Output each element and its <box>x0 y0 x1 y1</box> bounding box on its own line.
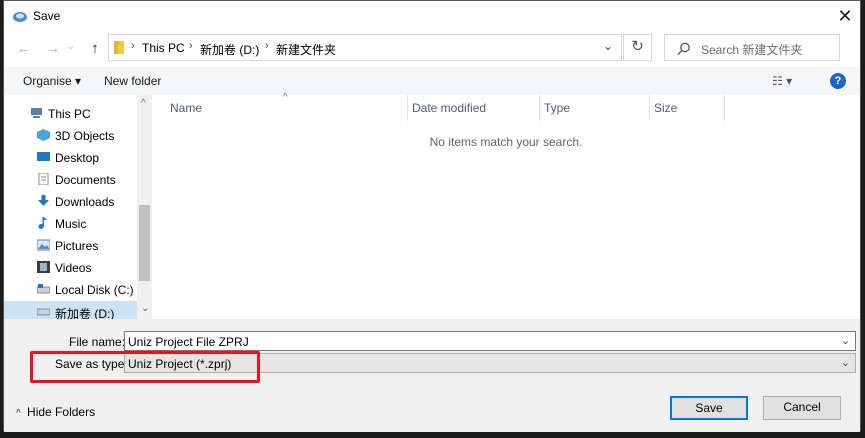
forward-button[interactable]: → <box>42 38 64 60</box>
window-title: Save <box>33 9 61 23</box>
scroll-down-button[interactable]: ⌄ <box>141 303 149 314</box>
breadcrumb-separator: › <box>131 40 135 52</box>
sidebar-item-label: Music <box>55 217 87 231</box>
refresh-icon: ↻ <box>631 38 644 55</box>
chevron-down-icon[interactable]: ⌄ <box>841 334 850 347</box>
search-input[interactable]: Search 新建文件夹 <box>701 41 802 58</box>
sidebar-item-drive-d[interactable]: 新加卷 (D:) <box>4 301 137 319</box>
sidebar-item-desktop[interactable]: Desktop <box>4 147 137 169</box>
sidebar-item-label: Videos <box>55 261 92 275</box>
folder-icon <box>114 41 124 54</box>
sidebar-item-pictures[interactable]: Pictures <box>4 235 137 257</box>
new-folder-button[interactable]: New folder <box>104 74 161 88</box>
column-header-size[interactable]: Size <box>654 101 677 115</box>
breadcrumb-this-pc[interactable]: This PC <box>142 41 185 55</box>
scrollbar-thumb[interactable] <box>139 205 150 281</box>
breadcrumb-current-folder[interactable]: 新建文件夹 <box>276 41 336 58</box>
address-bar[interactable]: › This PC › 新加卷 (D:) › 新建文件夹 ⌄ <box>108 34 622 61</box>
hide-folders-label: Hide Folders <box>27 405 96 419</box>
drive-icon <box>37 284 50 294</box>
file-list: ^ Name Date modified Type Size No items … <box>152 92 860 319</box>
music-icon <box>38 217 47 229</box>
sidebar-item-label: 3D Objects <box>55 129 115 143</box>
search-box[interactable]: Search 新建文件夹 <box>664 34 840 61</box>
column-header-date-modified[interactable]: Date modified <box>412 101 486 115</box>
sidebar-item-3d-objects[interactable]: 3D Objects <box>4 125 137 147</box>
column-divider[interactable] <box>539 95 540 121</box>
address-dropdown-button[interactable]: ⌄ <box>603 39 613 53</box>
sidebar-item-downloads[interactable]: Downloads <box>4 191 137 213</box>
file-name-input[interactable]: Uniz Project File ZPRJ <box>128 335 249 349</box>
sidebar-item-label: Local Disk (C:) <box>55 283 134 297</box>
up-button[interactable]: ↑ <box>84 38 106 60</box>
column-divider[interactable] <box>407 95 408 121</box>
pictures-icon <box>37 239 50 251</box>
hide-folders-toggle[interactable]: ^ Hide Folders <box>16 405 95 419</box>
sidebar-item-music[interactable]: Music <box>4 213 137 235</box>
scroll-up-button[interactable]: ^ <box>141 98 146 109</box>
computer-icon <box>31 108 42 118</box>
sidebar-item-this-pc[interactable]: This PC <box>4 103 137 125</box>
empty-message: No items match your search. <box>429 135 583 149</box>
cancel-button[interactable]: Cancel <box>763 396 841 420</box>
sidebar-item-label: 新加卷 (D:) <box>55 307 115 319</box>
annotation-highlight-box <box>30 351 260 383</box>
refresh-button[interactable]: ↻ <box>623 34 652 61</box>
close-button[interactable]: ✕ <box>830 3 860 29</box>
chevron-down-icon[interactable]: ⌄ <box>841 356 850 369</box>
desktop-icon <box>37 152 50 161</box>
document-icon <box>38 173 49 185</box>
organise-button[interactable]: Organise ▾ <box>23 74 81 88</box>
video-icon <box>37 261 50 273</box>
breadcrumb-separator: › <box>265 40 269 52</box>
command-bar: Organise ▾ New folder ☷ ▾ ? <box>4 67 860 95</box>
column-divider[interactable] <box>649 95 650 121</box>
recent-locations-button[interactable]: ⌄ <box>64 36 78 58</box>
breadcrumb-separator: › <box>189 40 193 52</box>
breadcrumb-drive-d[interactable]: 新加卷 (D:) <box>200 41 259 58</box>
file-name-field[interactable]: Uniz Project File ZPRJ ⌄ <box>124 331 856 351</box>
download-icon <box>38 195 49 206</box>
close-icon: ✕ <box>837 6 853 26</box>
sidebar-item-videos[interactable]: Videos <box>4 257 137 279</box>
back-button[interactable]: ← <box>13 38 35 60</box>
drive-icon <box>37 308 50 316</box>
sidebar-item-label: Documents <box>55 173 116 187</box>
view-options-button[interactable]: ☷ ▾ <box>772 74 792 88</box>
navigation-pane: This PC 3D Objects Desktop Documents Dow… <box>4 95 152 319</box>
column-header-name[interactable]: Name <box>170 101 202 115</box>
column-header-type[interactable]: Type <box>544 101 570 115</box>
app-icon <box>13 12 27 22</box>
sidebar-item-label: Downloads <box>55 195 115 209</box>
sidebar-item-local-disk-c[interactable]: Local Disk (C:) <box>4 279 137 301</box>
sidebar-item-label: Desktop <box>55 151 100 165</box>
chevron-up-icon: ^ <box>16 408 21 419</box>
sidebar-item-label: This PC <box>48 107 91 121</box>
sort-indicator-icon: ^ <box>283 92 288 103</box>
help-icon[interactable]: ? <box>830 73 846 89</box>
search-icon <box>677 42 690 55</box>
save-button[interactable]: Save <box>670 396 748 420</box>
title-bar: Save ✕ <box>4 1 860 31</box>
column-divider[interactable] <box>724 95 725 121</box>
file-name-label: File name: <box>69 335 126 349</box>
cube-icon <box>37 129 50 141</box>
save-dialog: Save ✕ ← → ⌄ ↑ › This PC › 新加卷 (D:) › 新建… <box>3 0 861 432</box>
sidebar-item-label: Pictures <box>55 239 99 253</box>
sidebar-item-documents[interactable]: Documents <box>4 169 137 191</box>
